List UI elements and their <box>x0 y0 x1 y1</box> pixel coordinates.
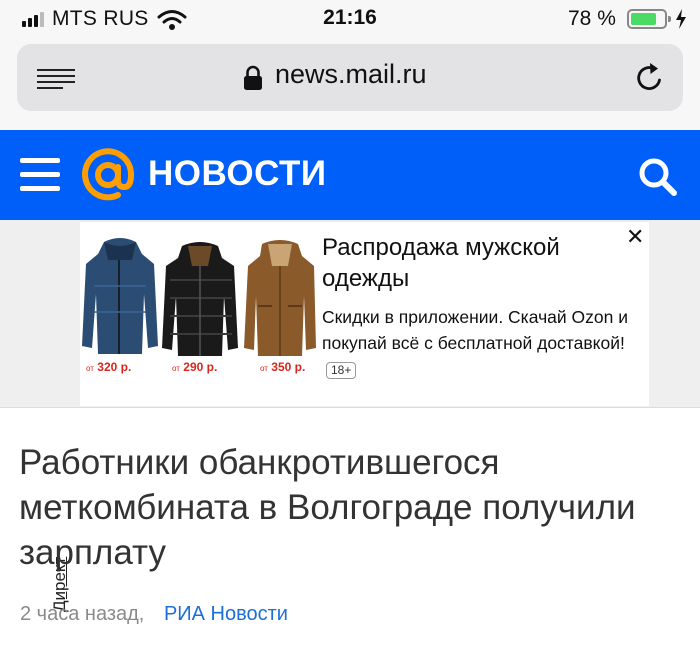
product-price: от 350 р. <box>260 360 306 374</box>
article-timestamp: 2 часа назад, <box>20 603 145 625</box>
browser-toolbar: news.mail.ru <box>0 40 700 130</box>
battery-level-fill <box>631 13 656 25</box>
url-text[interactable]: news.mail.ru <box>275 59 427 90</box>
ad-banner: Директ от 320 р. от 290 р. от 350 р. Рас… <box>0 220 700 612</box>
search-icon[interactable] <box>636 155 680 199</box>
at-logo-icon[interactable] <box>80 147 136 203</box>
jacket-image <box>82 238 158 354</box>
article-meta: 2 часа назад, РИА Новости <box>20 603 288 626</box>
ad-description-text: Скидки в приложении. Скачай Ozon и покуп… <box>322 307 629 353</box>
battery-percent: 78 % <box>568 7 616 30</box>
product-price: от 320 р. <box>86 360 132 374</box>
battery-icon <box>627 9 671 29</box>
site-logo-text[interactable]: НОВОСТИ <box>148 154 327 194</box>
lock-icon <box>244 65 262 90</box>
ad-card[interactable]: от 320 р. от 290 р. от 350 р. Распродажа… <box>80 222 649 406</box>
menu-icon[interactable] <box>20 156 60 194</box>
jacket-image <box>244 240 316 356</box>
reader-view-icon[interactable] <box>37 69 75 89</box>
product-price: от 290 р. <box>172 360 218 374</box>
age-rating-badge: 18+ <box>326 361 357 379</box>
address-bar[interactable]: news.mail.ru <box>17 44 683 111</box>
article-source-link[interactable]: РИА Новости <box>164 603 288 625</box>
article-headline: Работники обанкротившегося меткомбината … <box>19 443 636 572</box>
charging-icon <box>676 9 686 29</box>
jacket-image <box>162 242 238 356</box>
reload-icon[interactable] <box>633 61 667 95</box>
ad-title[interactable]: Распродажа мужской одежды <box>322 232 622 294</box>
ad-description: Скидки в приложении. Скачай Ozon и покуп… <box>322 304 644 382</box>
status-bar: MTS RUS 21:16 78 % <box>0 0 700 40</box>
close-icon[interactable]: ✕ <box>626 224 644 250</box>
site-header: НОВОСТИ <box>0 130 700 220</box>
